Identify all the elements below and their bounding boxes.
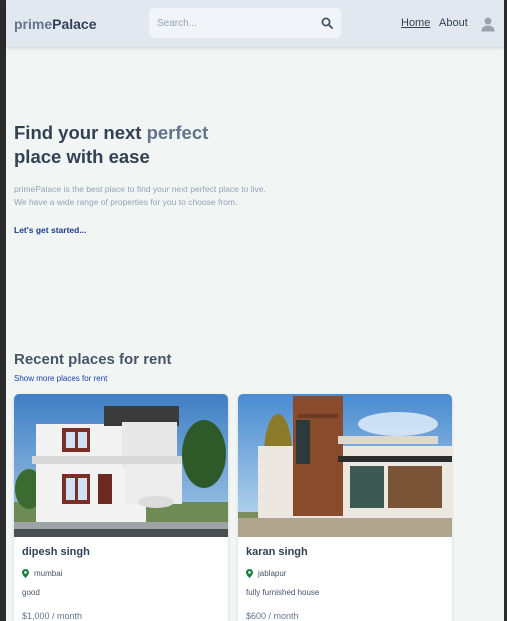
nav-about-link[interactable]: About (439, 17, 468, 29)
map-pin-icon (22, 569, 29, 578)
show-more-link[interactable]: Show more places for rent (14, 374, 107, 383)
listing-description: good (22, 588, 40, 597)
hero-desc-line2: We have a wide range of properties for y… (14, 196, 238, 207)
hero-title-line2: place with ease (14, 146, 150, 167)
listing-image[interactable] (14, 394, 228, 537)
listing-location-text: jablapur (258, 569, 287, 578)
hero-title: Find your next perfect place with ease (14, 121, 208, 169)
logo-suffix: Palace (52, 16, 97, 32)
hero-description: primePalace is the best place to find yo… (14, 183, 314, 208)
listing-price: $1,000 / month (22, 611, 83, 621)
logo-prefix: prime (14, 16, 53, 32)
listing-description: fully furnished house (246, 588, 320, 597)
nav-home-link[interactable]: Home (401, 17, 430, 29)
hero-title-accent: perfect (146, 122, 209, 143)
get-started-link[interactable]: Let's get started... (14, 225, 86, 235)
listing-location: mumbai (22, 569, 62, 578)
map-pin-icon (246, 569, 253, 578)
listing-image[interactable] (238, 394, 452, 537)
listing-location: jablapur (246, 569, 286, 578)
search-icon[interactable] (321, 17, 333, 29)
top-navbar: primePalace Home About (6, 0, 504, 47)
listing-owner-name: karan singh (246, 546, 308, 558)
search-form (149, 8, 341, 38)
hero-desc-line1: primePalace is the best place to find yo… (14, 184, 266, 194)
hero-title-start: Find your next (14, 122, 147, 143)
logo[interactable]: primePalace (14, 16, 97, 32)
user-icon[interactable] (480, 16, 496, 32)
listing-card[interactable]: dipesh singh mumbai good $1,000 / month (14, 394, 228, 621)
listing-owner-name: dipesh singh (22, 546, 90, 558)
listing-card[interactable]: karan singh jablapur fully furnished hou… (238, 394, 452, 621)
listing-location-text: mumbai (34, 569, 63, 578)
listing-price: $600 / month (246, 611, 299, 621)
search-input[interactable] (157, 17, 317, 29)
window-frame-left (0, 0, 6, 621)
recent-places-heading: Recent places for rent (14, 351, 172, 368)
